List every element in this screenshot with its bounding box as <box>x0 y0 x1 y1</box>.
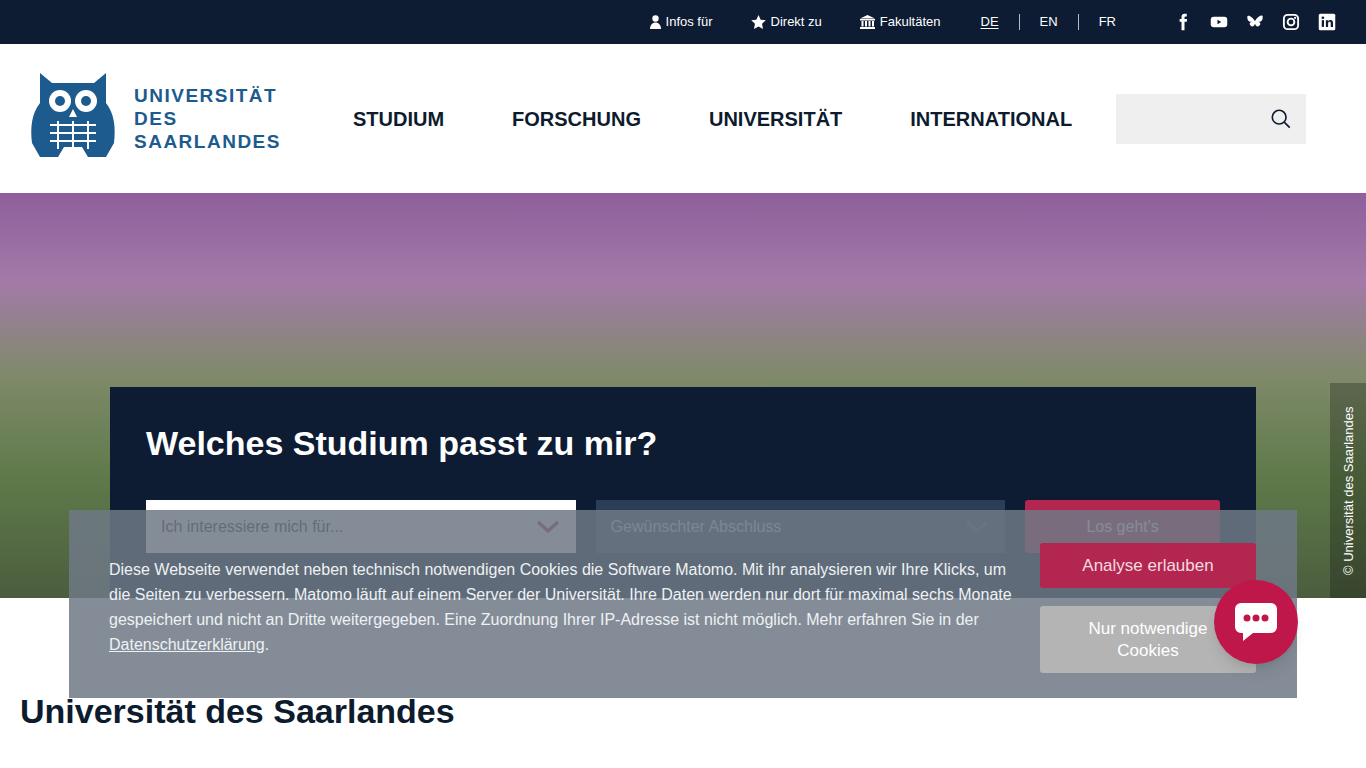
language-switch: DE EN FR <box>981 12 1116 32</box>
privacy-link[interactable]: Datenschutzerklärung <box>109 636 265 653</box>
language-option[interactable]: DE <box>981 12 999 32</box>
logo-line: UNIVERSITÄT <box>134 84 281 107</box>
nav-item[interactable]: STUDIUM <box>353 104 444 134</box>
top-link[interactable]: Direkt zu <box>751 12 822 32</box>
logo-line: DES <box>134 107 281 130</box>
facebook-icon[interactable] <box>1174 13 1192 31</box>
top-links: Infos für Direkt zu Fakultäten <box>650 12 941 32</box>
allow-analytics-button[interactable]: Analyse erlauben <box>1040 543 1256 588</box>
top-bar: Infos für Direkt zu Fakultäten DE EN FR <box>0 0 1366 44</box>
linkedin-icon[interactable] <box>1318 13 1336 31</box>
language-separator <box>1019 14 1020 30</box>
instagram-icon[interactable] <box>1282 13 1300 31</box>
chat-icon <box>1233 601 1279 643</box>
logo[interactable]: UNIVERSITÄTDESSAARLANDES <box>30 71 281 167</box>
photo-credit: © Universität des Saarlandes <box>1338 406 1358 575</box>
cookie-banner: Diese Webseite verwendet neben technisch… <box>69 510 1297 698</box>
language-option[interactable]: EN <box>1040 12 1058 32</box>
nav-item[interactable]: INTERNATIONAL <box>910 104 1072 134</box>
nav-item[interactable]: FORSCHUNG <box>512 104 641 134</box>
star-icon <box>751 15 766 29</box>
social-links <box>1174 13 1336 31</box>
cookie-text: Diese Webseite verwendet neben technisch… <box>109 557 1012 698</box>
top-link[interactable]: Fakultäten <box>860 12 941 32</box>
top-link[interactable]: Infos für <box>650 12 713 32</box>
faculty-building-icon <box>860 15 875 29</box>
chat-button[interactable] <box>1214 580 1298 664</box>
finder-title: Welches Studium passt zu mir? <box>146 423 1220 463</box>
language-option[interactable]: FR <box>1099 12 1116 32</box>
nav-item[interactable]: UNIVERSITÄT <box>709 104 842 134</box>
person-icon <box>650 15 661 29</box>
main-nav: STUDIUM FORSCHUNG UNIVERSITÄT INTERNATIONAL <box>353 104 1072 134</box>
logo-line: SAARLANDES <box>134 130 281 153</box>
search-box[interactable] <box>1116 94 1306 144</box>
youtube-icon[interactable] <box>1210 13 1228 31</box>
search-icon[interactable] <box>1270 108 1292 130</box>
bluesky-icon[interactable] <box>1246 13 1264 31</box>
owl-logo-icon <box>30 71 116 167</box>
header: UNIVERSITÄTDESSAARLANDES STUDIUMFORSCHUN… <box>0 44 1366 193</box>
language-separator <box>1078 14 1079 30</box>
